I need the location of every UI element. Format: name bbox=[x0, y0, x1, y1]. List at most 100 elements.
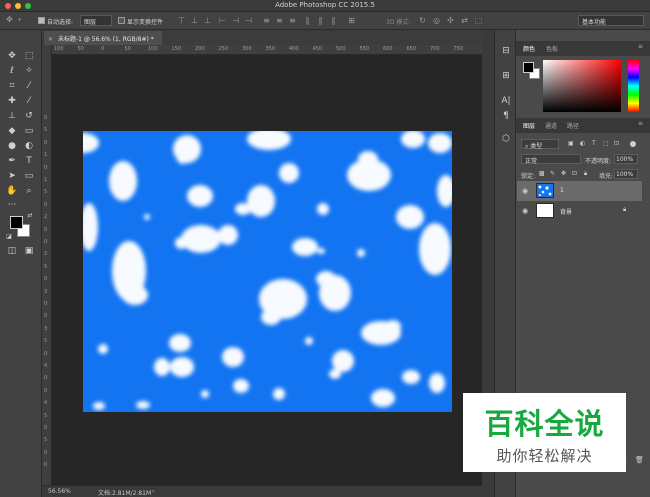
blur-tool-icon[interactable]: ● bbox=[5, 140, 19, 152]
path-selection-tool-icon[interactable]: ➤ bbox=[5, 170, 19, 182]
auto-select-dropdown[interactable]: 图层 bbox=[80, 15, 112, 26]
filter-shape-icon[interactable]: ⬚ bbox=[603, 140, 609, 147]
rectangle-tool-icon[interactable]: ▭ bbox=[22, 170, 36, 182]
auto-select-checkbox[interactable] bbox=[38, 17, 45, 24]
chevron-down-icon[interactable]: ▾ bbox=[15, 16, 24, 24]
lock-artboard-icon[interactable]: ⊡ bbox=[572, 170, 577, 177]
close-tab-icon[interactable]: ✕ bbox=[48, 36, 53, 43]
align-vcenter-icon[interactable]: ⊥ bbox=[190, 17, 199, 25]
filter-toggle[interactable] bbox=[630, 141, 636, 147]
zoom-level[interactable]: 56.56% bbox=[48, 488, 71, 495]
distribute-left-icon[interactable]: ∥ bbox=[303, 17, 312, 25]
layer-name[interactable]: 1 bbox=[560, 187, 564, 194]
drag-3d-icon[interactable]: ✣ bbox=[446, 17, 455, 25]
magic-wand-tool-icon[interactable]: ✧ bbox=[22, 65, 36, 77]
move-tool-icon[interactable]: ✥ bbox=[5, 50, 19, 62]
distribute-bottom-icon[interactable]: ≡ bbox=[288, 17, 297, 25]
distribute-top-icon[interactable]: ≡ bbox=[262, 17, 271, 25]
opacity-input[interactable]: 100% bbox=[614, 154, 638, 164]
tab-color[interactable]: 颜色 bbox=[523, 44, 535, 53]
lock-all-icon[interactable]: 🔒︎ bbox=[584, 170, 587, 178]
tab-channels[interactable]: 通道 bbox=[545, 121, 557, 130]
document-tab[interactable]: ✕ 未标题-1 @ 56.6% (1, RGB/8#) * bbox=[44, 31, 162, 45]
filter-smart-icon[interactable]: ⊡ bbox=[614, 140, 619, 147]
distribute-vcenter-icon[interactable]: ≡ bbox=[275, 17, 284, 25]
pen-tool-icon[interactable]: ✒ bbox=[5, 155, 19, 167]
marquee-tool-icon[interactable]: ⬚ bbox=[22, 50, 36, 62]
brush-tool-icon[interactable]: ⁄ bbox=[22, 95, 36, 107]
foreground-color-swatch[interactable] bbox=[10, 216, 23, 229]
image-canvas[interactable] bbox=[83, 131, 452, 412]
filter-adjustment-icon[interactable]: ◐ bbox=[580, 140, 585, 147]
history-panel-icon[interactable]: ⊟ bbox=[499, 45, 513, 57]
hand-tool-icon[interactable]: ✋ bbox=[5, 185, 19, 197]
filter-pixel-icon[interactable]: ▣ bbox=[568, 140, 574, 147]
roll-3d-icon[interactable]: ◎ bbox=[432, 17, 441, 25]
slide-3d-icon[interactable]: ⇄ bbox=[460, 17, 469, 25]
filter-type-icon[interactable]: T bbox=[592, 140, 596, 147]
layer-name[interactable]: 背景 bbox=[560, 207, 572, 216]
screen-mode-icon[interactable]: ▣ bbox=[22, 245, 36, 257]
distribute-hcenter-icon[interactable]: ∥ bbox=[316, 17, 325, 25]
paragraph-panel-icon[interactable]: ¶ bbox=[499, 110, 513, 122]
align-right-icon[interactable]: ⊣ bbox=[244, 17, 253, 25]
lock-transparent-icon[interactable]: ▩ bbox=[539, 170, 545, 177]
ruler-tick-label: 1 bbox=[44, 152, 48, 159]
lasso-tool-icon[interactable]: ℓ bbox=[5, 65, 19, 77]
workspace-dropdown[interactable]: 基本功能 bbox=[578, 15, 644, 26]
move-tool-icon[interactable]: ✥ bbox=[5, 16, 14, 24]
vertical-ruler[interactable]: 0 5 0 1 0 1 5 0 2 0 0 2 5 0 3 0 0 3 5 0 4 0 0 4 5 0 5 0 0 bbox=[42, 45, 52, 485]
panel-foreground-swatch[interactable] bbox=[523, 62, 534, 73]
swap-colors-icon[interactable]: ⇄ bbox=[26, 212, 34, 220]
dodge-tool-icon[interactable]: ◐ bbox=[22, 140, 36, 152]
tab-layers[interactable]: 图层 bbox=[523, 121, 535, 130]
color-field[interactable] bbox=[543, 60, 621, 112]
panel-menu-icon[interactable]: ≡ bbox=[638, 43, 643, 50]
lock-image-icon[interactable]: ✎ bbox=[550, 170, 555, 177]
3d-panel-icon[interactable]: ⬡ bbox=[499, 133, 513, 145]
align-bottom-icon[interactable]: ⊥ bbox=[203, 17, 212, 25]
auto-align-icon[interactable]: ⊞ bbox=[347, 17, 356, 25]
type-tool-icon[interactable]: T bbox=[22, 155, 36, 167]
layer-filter-dropdown[interactable]: ⌕ 类型 bbox=[521, 139, 559, 150]
ruler-tick-label: 4 bbox=[44, 363, 48, 369]
tab-paths[interactable]: 路径 bbox=[567, 121, 579, 130]
zoom-tool-icon[interactable]: ⌕ bbox=[22, 185, 36, 197]
gradient-tool-icon[interactable]: ▭ bbox=[22, 125, 36, 137]
scale-3d-icon[interactable]: ⬚ bbox=[474, 17, 483, 25]
delete-layer-icon[interactable]: 🗑︎ bbox=[635, 456, 644, 464]
distribute-right-icon[interactable]: ∥ bbox=[329, 17, 338, 25]
align-hcenter-icon[interactable]: ⊣ bbox=[231, 17, 240, 25]
blend-mode-dropdown[interactable]: 正常 bbox=[521, 154, 581, 165]
ruler-tick-label: 4 bbox=[44, 400, 48, 407]
eraser-tool-icon[interactable]: ◆ bbox=[5, 125, 19, 137]
rotate-3d-icon[interactable]: ↻ bbox=[418, 17, 427, 25]
document-info[interactable]: 文档:2.81M/2.81M bbox=[98, 488, 151, 497]
character-panel-icon[interactable]: A| bbox=[499, 95, 513, 107]
properties-panel-icon[interactable]: ⊞ bbox=[499, 70, 513, 82]
hue-slider[interactable] bbox=[628, 60, 639, 112]
align-left-icon[interactable]: ⊢ bbox=[218, 17, 227, 25]
default-colors-icon[interactable]: ◪ bbox=[5, 233, 13, 241]
eyedropper-tool-icon[interactable]: ⁄ bbox=[22, 80, 36, 92]
clone-stamp-tool-icon[interactable]: ⊥ bbox=[5, 110, 19, 122]
ruler-tick-label: 0 bbox=[44, 449, 48, 456]
history-brush-tool-icon[interactable]: ↺ bbox=[22, 110, 36, 122]
status-menu-icon[interactable]: › bbox=[152, 488, 154, 495]
align-top-icon[interactable]: ⊤ bbox=[177, 17, 186, 25]
show-transform-checkbox[interactable] bbox=[118, 17, 125, 24]
layer-row[interactable]: ◉ 背景 🔒︎ bbox=[517, 201, 642, 221]
more-tools-icon[interactable]: ··· bbox=[5, 199, 19, 211]
mode-3d-label: 3D 模式: bbox=[386, 19, 411, 26]
horizontal-ruler[interactable]: 100 50 0 50 100 150 200 250 300 350 400 450 500 550 60… bbox=[52, 45, 482, 55]
crop-tool-icon[interactable]: ⌗ bbox=[5, 80, 19, 92]
visibility-eye-icon[interactable]: ◉ bbox=[522, 187, 528, 195]
tab-swatches[interactable]: 色板 bbox=[546, 44, 558, 53]
healing-brush-tool-icon[interactable]: ✚ bbox=[5, 95, 19, 107]
layers-panel-menu-icon[interactable]: ≡ bbox=[638, 120, 643, 127]
layer-row[interactable]: ◉ 1 bbox=[517, 181, 642, 201]
visibility-eye-icon[interactable]: ◉ bbox=[522, 207, 528, 215]
lock-position-icon[interactable]: ✥ bbox=[561, 170, 566, 177]
quick-mask-icon[interactable]: ◫ bbox=[5, 245, 19, 257]
fill-input[interactable]: 100% bbox=[614, 169, 638, 179]
